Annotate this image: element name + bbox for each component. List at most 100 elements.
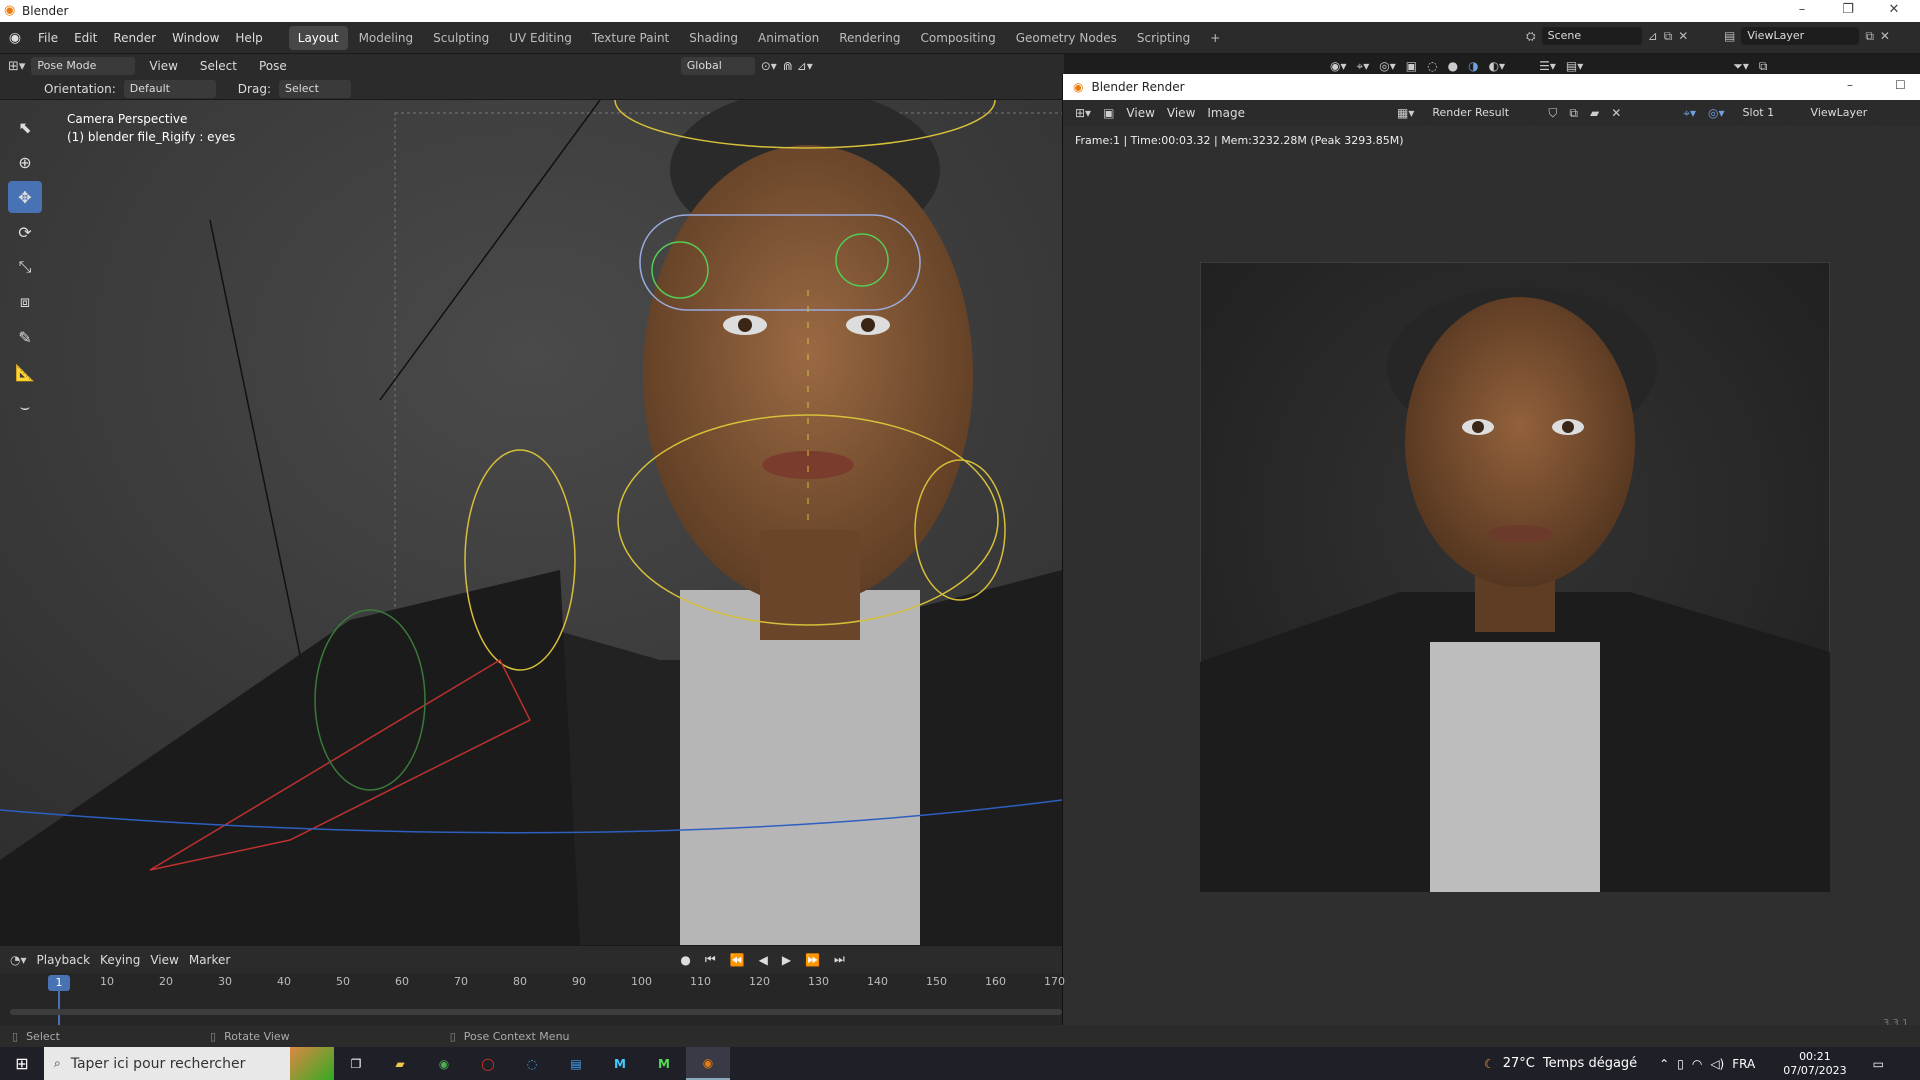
render-menu-view-2[interactable]: View — [1167, 106, 1195, 120]
menu-help[interactable]: Help — [227, 22, 270, 54]
menu-window[interactable]: Window — [164, 22, 227, 54]
notifications-icon[interactable]: ▭ — [1873, 1057, 1884, 1071]
taskbar-search[interactable]: ⌕ Taper ici pour rechercher — [44, 1047, 334, 1080]
app-m-blue-icon[interactable]: M — [598, 1047, 642, 1080]
fake-user-icon[interactable]: ⛉ — [1548, 106, 1557, 121]
close-button[interactable]: ✕ — [1874, 2, 1914, 17]
render-canvas[interactable]: Frame:1 | Time:00:03.32 | Mem:3232.28M (… — [1063, 126, 1920, 1029]
maximize-button[interactable]: ❐ — [1828, 2, 1868, 17]
funnel-icon[interactable]: ⏷▾ — [1733, 59, 1749, 74]
tray-chevron-icon[interactable]: ⌃ — [1659, 1057, 1669, 1071]
cursor-tool-icon[interactable]: ⊕ — [8, 146, 42, 178]
delete-scene-icon[interactable]: ✕ — [1678, 29, 1688, 43]
select-tool-icon[interactable]: ⬉ — [8, 111, 42, 143]
pivot-icon[interactable]: ⊙▾ — [761, 59, 777, 73]
editor-type-icon[interactable]: ⊞▾ — [1075, 106, 1091, 120]
view-mode-icon[interactable]: ▣ — [1103, 106, 1114, 120]
drag-dropdown[interactable]: Select Circl — [278, 79, 351, 113]
3d-viewport[interactable]: Camera Perspective (1) blender file_Rigi… — [0, 100, 1062, 945]
tab-compositing[interactable]: Compositing — [911, 26, 1004, 50]
overlay-icon[interactable]: ◎▾ — [1379, 59, 1396, 73]
new-scene-icon[interactable]: ⧉ — [1664, 29, 1673, 44]
timeline[interactable]: 1 10 20 30 40 50 60 70 80 90 100 110 120… — [0, 973, 1065, 1025]
timeline-editor-icon[interactable]: ◔▾ — [10, 953, 27, 967]
scale-tool-icon[interactable]: ⤡ — [8, 251, 42, 283]
tab-geometry-nodes[interactable]: Geometry Nodes — [1007, 26, 1126, 50]
viewlayer-name-field[interactable]: ViewLayer — [1741, 27, 1860, 45]
timeline-menu-view[interactable]: View — [150, 953, 178, 967]
gizmo-toggle-icon[interactable]: ⌖▾ — [1683, 106, 1696, 121]
windows-start-icon[interactable]: ⊞ — [0, 1047, 44, 1080]
record-icon[interactable]: ● — [680, 953, 690, 967]
jump-start-icon[interactable]: ⏮ — [705, 952, 716, 967]
mode-dropdown[interactable]: Pose Mode — [31, 57, 136, 75]
gizmo-icon[interactable]: ⌖▾ — [1357, 59, 1370, 74]
file-explorer-icon[interactable]: ▰ — [378, 1047, 422, 1080]
visibility-icon[interactable]: ◉▾ — [1330, 59, 1347, 73]
open-image-icon[interactable]: ▰ — [1590, 106, 1599, 120]
overlay-toggle-icon[interactable]: ◎▾ — [1708, 106, 1725, 120]
tab-uv-editing[interactable]: UV Editing — [500, 26, 581, 50]
blender-taskbar-icon[interactable]: ◉ — [686, 1047, 730, 1080]
jump-keyframe-back-icon[interactable]: ⏪ — [730, 953, 745, 967]
display-mode-icon[interactable]: ▤▾ — [1566, 59, 1583, 73]
play-icon[interactable]: ▶ — [782, 953, 791, 967]
annotate-tool-icon[interactable]: ✎ — [8, 321, 42, 353]
rotate-tool-icon[interactable]: ⟳ — [8, 216, 42, 248]
render-maximize-button[interactable]: ☐ — [1895, 78, 1906, 92]
render-menu-view[interactable]: View — [1126, 106, 1154, 120]
jump-keyframe-forward-icon[interactable]: ⏩ — [805, 953, 820, 967]
pin-icon[interactable]: ⊿ — [1648, 29, 1658, 43]
minimize-button[interactable]: – — [1782, 2, 1822, 17]
tab-layout[interactable]: Layout — [288, 25, 348, 50]
tab-scripting[interactable]: Scripting — [1128, 26, 1199, 50]
tab-sculpting[interactable]: Sculpting — [424, 26, 498, 50]
move-tool-icon[interactable]: ✥ — [8, 181, 42, 213]
measure-tool-icon[interactable]: 📐 — [8, 356, 42, 388]
wifi-icon[interactable]: ◠ — [1692, 1057, 1702, 1071]
tab-modeling[interactable]: Modeling — [350, 26, 423, 50]
outliner-filter-icon[interactable]: ☰▾ — [1539, 59, 1556, 73]
menu-select[interactable]: Select — [192, 54, 245, 78]
new-collection-icon[interactable]: ⧉ — [1759, 59, 1768, 74]
current-frame-indicator[interactable]: 1 — [48, 975, 70, 991]
wireframe-shading-icon[interactable]: ◌ — [1427, 59, 1437, 73]
image-browse-icon[interactable]: ▦▾ — [1397, 106, 1414, 120]
new-image-icon[interactable]: ⧉ — [1569, 106, 1578, 121]
chrome-icon[interactable]: ◉ — [422, 1047, 466, 1080]
solid-shading-icon[interactable]: ● — [1448, 59, 1458, 73]
store-icon[interactable]: ▤ — [554, 1047, 598, 1080]
menu-edit[interactable]: Edit — [66, 22, 105, 54]
transform-tool-icon[interactable]: ⧈ — [8, 286, 42, 318]
delete-viewlayer-icon[interactable]: ✕ — [1880, 29, 1890, 43]
tab-texture-paint[interactable]: Texture Paint — [583, 26, 678, 50]
transform-orientation-dropdown[interactable]: Global — [680, 57, 755, 75]
tab-shading[interactable]: Shading — [680, 26, 747, 50]
blender-menu-icon[interactable]: ◉ — [0, 30, 30, 46]
render-minimize-button[interactable]: – — [1847, 78, 1853, 92]
relax-pose-tool-icon[interactable]: ⌣ — [8, 391, 42, 423]
app-m-green-icon[interactable]: M — [642, 1047, 686, 1080]
timeline-scrollbar[interactable] — [10, 1009, 1062, 1015]
task-view-icon[interactable]: ❐ — [334, 1047, 378, 1080]
cortana-icon[interactable]: ◌ — [510, 1047, 554, 1080]
clock[interactable]: 00:21 07/07/2023 — [1783, 1050, 1846, 1078]
image-name-field[interactable]: Render Result — [1426, 104, 1537, 122]
unlink-image-icon[interactable]: ✕ — [1611, 106, 1621, 120]
menu-file[interactable]: File — [30, 22, 66, 54]
slot-dropdown[interactable]: Slot 1 — [1736, 104, 1793, 122]
tab-animation[interactable]: Animation — [749, 26, 828, 50]
orientation-dropdown[interactable]: Default — [123, 79, 216, 98]
snap-icon[interactable]: ⋒ ⊿▾ — [783, 59, 813, 73]
outliner-search-icon[interactable] — [1593, 57, 1724, 75]
timeline-menu-keying[interactable]: Keying — [100, 953, 140, 967]
rendered-shading-icon[interactable]: ◐▾ — [1489, 59, 1506, 73]
weather-text[interactable]: Temps dégagé — [1543, 1056, 1637, 1071]
language-indicator[interactable]: FRA — [1732, 1057, 1755, 1071]
menu-render[interactable]: Render — [105, 22, 164, 54]
render-viewlayer-dropdown[interactable]: ViewLayer — [1804, 104, 1877, 122]
scene-name-field[interactable]: Scene — [1541, 27, 1642, 45]
render-menu-image[interactable]: Image — [1207, 106, 1245, 120]
new-viewlayer-icon[interactable]: ⧉ — [1865, 29, 1874, 44]
tablet-icon[interactable]: ▯ — [1677, 1057, 1684, 1071]
